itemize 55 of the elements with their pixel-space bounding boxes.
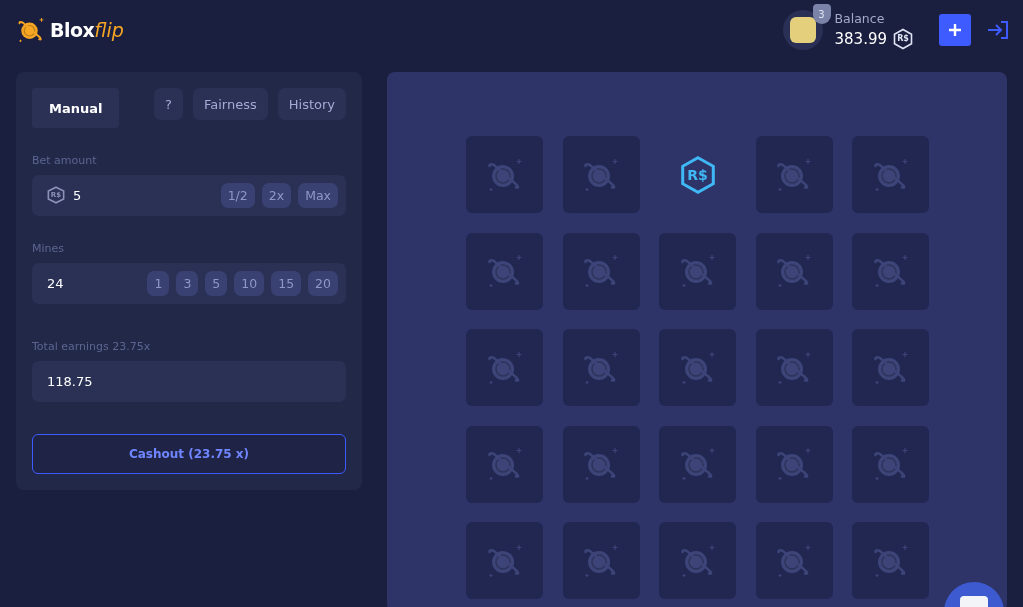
currency-icon: R$	[679, 154, 716, 195]
revealed-tile[interactable]: R$	[659, 136, 736, 213]
mines-preset-button[interactable]: 5	[205, 270, 228, 296]
hidden-tile[interactable]	[562, 136, 640, 213]
earnings-label: Total earnings 23.75x	[32, 339, 152, 353]
nav-button[interactable]: History	[277, 88, 346, 120]
earnings-field: 118.75	[32, 360, 346, 402]
mines-label: Mines	[32, 241, 66, 255]
mines-preset-button[interactable]: 3	[176, 270, 199, 296]
hidden-tile[interactable]	[852, 329, 929, 406]
bet-label: Bet amount	[32, 154, 98, 167]
hidden-tile[interactable]	[562, 329, 640, 406]
avatar[interactable]	[782, 10, 823, 50]
hidden-tile[interactable]	[755, 232, 833, 310]
bet-preset-button[interactable]: 2x	[261, 183, 292, 208]
hidden-tile[interactable]	[562, 232, 640, 310]
hidden-tile[interactable]	[755, 425, 833, 503]
help-button[interactable]: ?	[154, 88, 183, 120]
balance-amount: 383.99	[834, 29, 887, 48]
rank-badge: 3	[812, 4, 831, 24]
deposit-button[interactable]	[939, 14, 971, 46]
mines-preset-button[interactable]: 15	[271, 270, 302, 296]
login-icon[interactable]	[987, 20, 1009, 40]
hidden-tile[interactable]	[755, 329, 833, 406]
hidden-tile[interactable]	[852, 232, 929, 310]
bet-preset-button[interactable]: Max	[298, 183, 338, 208]
hidden-tile[interactable]	[755, 136, 833, 213]
manual-tab[interactable]: Manual	[32, 88, 120, 128]
logo-text[interactable]: Bloxflip	[50, 19, 124, 41]
hidden-tile[interactable]	[659, 522, 736, 599]
hidden-tile[interactable]	[659, 425, 736, 503]
mines-preset-button[interactable]: 10	[234, 270, 265, 296]
hidden-tile[interactable]	[852, 136, 929, 213]
hidden-tile[interactable]	[466, 522, 543, 599]
hidden-tile[interactable]	[852, 425, 929, 503]
plus-icon	[948, 23, 962, 37]
mines-preset-button[interactable]: 1	[147, 270, 170, 296]
hidden-tile[interactable]	[659, 329, 736, 406]
hidden-tile[interactable]	[466, 232, 543, 310]
hidden-tile[interactable]	[852, 522, 929, 599]
hidden-tile[interactable]	[562, 425, 640, 503]
nav-button[interactable]: Fairness	[193, 88, 268, 120]
balance-label: Balance	[834, 10, 886, 26]
hidden-tile[interactable]	[755, 522, 833, 599]
hidden-tile[interactable]	[562, 522, 640, 599]
bet-preset-button[interactable]: 1/2	[220, 183, 255, 208]
planet-logo-icon	[16, 15, 46, 45]
hidden-tile[interactable]	[466, 136, 543, 213]
mines-preset-button[interactable]: 20	[308, 270, 338, 296]
currency-icon: R$	[893, 27, 913, 50]
hidden-tile[interactable]	[466, 425, 543, 503]
hidden-tile[interactable]	[466, 329, 543, 406]
cashout-button[interactable]: Cashout (23.75 x)	[32, 433, 346, 474]
hidden-tile[interactable]	[659, 232, 736, 310]
mines-field[interactable]: 24 1 3 5 10 15 20	[32, 262, 346, 304]
